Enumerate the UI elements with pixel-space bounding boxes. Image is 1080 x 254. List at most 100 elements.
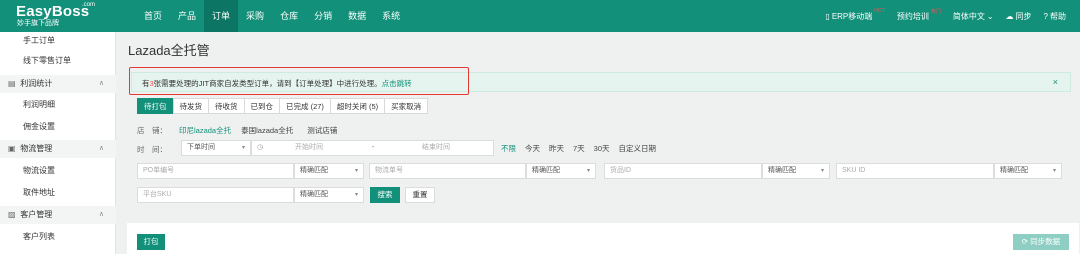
- sidebar-item-profit-detail[interactable]: 利润明细: [0, 96, 116, 114]
- product-id-input[interactable]: 货品ID: [604, 163, 762, 179]
- notice-jump-link[interactable]: 点击跳转: [382, 79, 412, 88]
- chevron-down-icon: ▾: [1052, 168, 1056, 174]
- sidebar-group-logistics[interactable]: ▣ 物流管理 ∧: [0, 140, 116, 158]
- store-filter-row: 店 铺： 印尼lazada全托 泰国lazada全托 测试店铺: [137, 125, 337, 135]
- nav-item-warehouse[interactable]: 仓库: [272, 0, 306, 32]
- quick-date-all[interactable]: 不限: [501, 143, 516, 154]
- notice-prefix: 有: [142, 79, 150, 88]
- brand-slogan: 妙手旗下品牌: [17, 20, 59, 27]
- tab-pending-ship[interactable]: 待发货: [172, 98, 209, 114]
- tracking-number-input[interactable]: 物流单号: [369, 163, 526, 179]
- notice-text: 有3张需要处理的JIT商家自发类型订单，请到【订单处理】中进行处理。点击跳转: [142, 78, 412, 89]
- end-time-placeholder: 结束时间: [422, 144, 450, 151]
- nav-item-data[interactable]: 数据: [340, 0, 374, 32]
- tab-arrived-warehouse[interactable]: 已到仓: [243, 98, 280, 114]
- main-nav: 首页 产品 订单 采购 仓库 分销 数据 系统: [136, 0, 408, 32]
- tab-timeout-closed[interactable]: 超时关闭 (5): [329, 98, 386, 114]
- sku-id-input[interactable]: SKU ID: [836, 163, 994, 179]
- erp-mobile-link[interactable]: ▯ ERP移动端 HOT: [825, 8, 885, 22]
- date-range-input[interactable]: ◷ 开始时间 - 结束时间: [251, 140, 494, 156]
- sync-data-button[interactable]: ⟳ 同步数据: [1013, 234, 1069, 250]
- language-select[interactable]: 简体中文 ⌄: [953, 11, 994, 22]
- sidebar-group-customers[interactable]: ▨ 客户管理 ∧: [0, 206, 116, 224]
- platform-sku-match-select[interactable]: 精确匹配 ▾: [294, 187, 364, 203]
- search-button[interactable]: 搜索: [370, 187, 400, 203]
- notice-banner: 有3张需要处理的JIT商家自发类型订单，请到【订单处理】中进行处理。点击跳转 ×: [131, 72, 1071, 92]
- chevron-down-icon: ▾: [241, 145, 245, 151]
- nav-item-products[interactable]: 产品: [170, 0, 204, 32]
- tracking-match-select[interactable]: 精确匹配 ▾: [526, 163, 596, 179]
- quick-date-custom[interactable]: 自定义日期: [619, 143, 657, 154]
- sidebar-group-profit[interactable]: ▤ 利润统计 ∧: [0, 75, 116, 93]
- po-number-input[interactable]: PO单编号: [137, 163, 294, 179]
- chevron-down-icon: ⌄: [986, 11, 994, 21]
- nav-item-system[interactable]: 系统: [374, 0, 408, 32]
- popular-badge: 热门: [930, 8, 941, 15]
- nav-item-orders[interactable]: 订单: [204, 0, 239, 32]
- store-option-thailand[interactable]: 泰国lazada全托: [241, 125, 293, 136]
- quick-date-today[interactable]: 今天: [525, 143, 540, 154]
- sidebar-group-label: 物流管理: [20, 144, 53, 153]
- close-icon[interactable]: ×: [1053, 77, 1058, 87]
- store-option-test[interactable]: 测试店铺: [307, 125, 337, 136]
- date-separator: -: [372, 144, 375, 151]
- brand-name: EasyBoss: [16, 3, 90, 20]
- notice-message: 张需要处理的JIT商家自发类型订单，请到【订单处理】中进行处理。: [153, 79, 382, 88]
- product-id-match-select[interactable]: 精确匹配 ▾: [762, 163, 830, 179]
- sync-icon: ⟳: [1021, 237, 1029, 246]
- sidebar: 手工订单 线下零售订单 ▤ 利润统计 ∧ 利润明细 佣金设置 ▣ 物流管理 ∧ …: [0, 32, 116, 254]
- sync-link[interactable]: ☁ 同步: [1006, 11, 1032, 22]
- match-mode-value: 精确匹配: [768, 167, 796, 174]
- match-mode-value: 精确匹配: [1000, 167, 1028, 174]
- chevron-up-icon: ∧: [98, 80, 104, 87]
- match-mode-value: 精确匹配: [532, 167, 560, 174]
- truck-icon: ▣: [8, 144, 16, 153]
- tab-completed[interactable]: 已完成 (27): [279, 98, 331, 114]
- chevron-down-icon: ▾: [586, 168, 590, 174]
- brand-domain: .com: [82, 2, 96, 8]
- store-label: 店 铺：: [137, 125, 167, 135]
- quick-date-yesterday[interactable]: 昨天: [549, 143, 564, 154]
- nav-item-home[interactable]: 首页: [136, 0, 170, 32]
- mobile-icon: ▯: [825, 11, 830, 21]
- time-type-select[interactable]: 下单时间 ▾: [181, 140, 251, 156]
- sidebar-item-customer-list[interactable]: 客户列表: [0, 228, 116, 246]
- quick-date-7days[interactable]: 7天: [573, 143, 585, 154]
- tab-pending-receive[interactable]: 待收货: [208, 98, 245, 114]
- po-match-select[interactable]: 精确匹配 ▾: [294, 163, 364, 179]
- tab-pending-pack[interactable]: 待打包: [137, 98, 174, 114]
- platform-sku-input[interactable]: 平台SKU: [137, 187, 294, 203]
- print-button[interactable]: 打包: [137, 234, 165, 250]
- sidebar-item-commission[interactable]: 佣金设置: [0, 118, 116, 136]
- chevron-down-icon: ▾: [820, 168, 824, 174]
- match-mode-value: 精确匹配: [300, 191, 328, 198]
- sidebar-item-offline-order[interactable]: 线下零售订单: [0, 52, 116, 70]
- chevron-up-icon: ∧: [98, 145, 104, 152]
- sidebar-item-manual-order[interactable]: 手工订单: [0, 32, 116, 50]
- tab-buyer-cancelled[interactable]: 买家取消: [384, 98, 429, 114]
- brand-logo[interactable]: EasyBoss .com 妙手旗下品牌: [16, 2, 106, 29]
- help-label: 帮助: [1050, 11, 1066, 21]
- training-link[interactable]: 预约培训 热门: [896, 8, 941, 22]
- time-label: 时 间：: [137, 144, 167, 154]
- chevron-down-icon: ▾: [354, 168, 358, 174]
- quick-date-30days[interactable]: 30天: [594, 143, 610, 154]
- order-status-tabs: 待打包 待发货 待收货 已到仓 已完成 (27) 超时关闭 (5) 买家取消: [137, 98, 429, 114]
- store-option-indonesia[interactable]: 印尼lazada全托: [179, 125, 231, 136]
- nav-item-purchase[interactable]: 采购: [238, 0, 272, 32]
- nav-item-distribution[interactable]: 分销: [306, 0, 340, 32]
- action-bar: [127, 223, 1079, 254]
- sidebar-item-logistics-settings[interactable]: 物流设置: [0, 162, 116, 180]
- user-icon: ▨: [8, 210, 16, 219]
- chevron-down-icon: ▾: [354, 192, 358, 198]
- top-nav-bar: EasyBoss .com 妙手旗下品牌 首页 产品 订单 采购 仓库 分销 数…: [0, 0, 1080, 32]
- reset-button[interactable]: 重置: [405, 187, 435, 203]
- sidebar-item-pickup-address[interactable]: 取件地址: [0, 184, 116, 202]
- hot-badge: HOT: [874, 8, 885, 14]
- training-label: 预约培训: [896, 11, 929, 21]
- help-link[interactable]: ? 帮助: [1044, 11, 1066, 22]
- time-filter-label-row: 时 间：: [137, 143, 181, 155]
- sku-id-match-select[interactable]: 精确匹配 ▾: [994, 163, 1062, 179]
- erp-mobile-label: ERP移动端: [831, 11, 873, 21]
- clock-icon: ◷: [257, 144, 264, 151]
